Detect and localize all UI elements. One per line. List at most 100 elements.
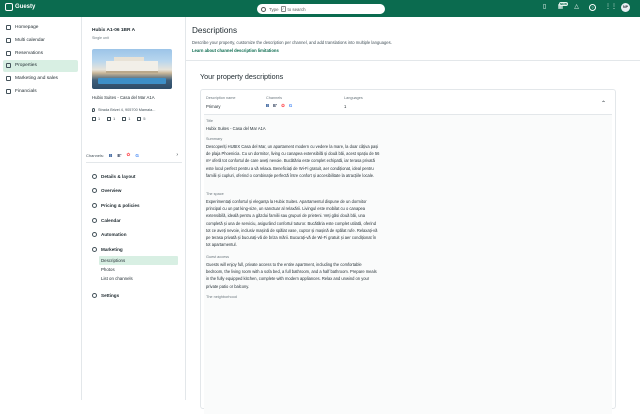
help-icon[interactable]: ? [589, 4, 596, 11]
subnav-list-on-channels[interactable]: List on channels [99, 274, 178, 283]
property-channels[interactable]: Channels: B E' ✿ G › [86, 152, 178, 158]
bookmark-icon[interactable]: ▯ [541, 4, 548, 11]
field-guest-access[interactable]: Guests will enjoy full, private access t… [206, 261, 380, 290]
nav-item-properties[interactable]: Properties [3, 60, 78, 72]
stat-bedrooms: 1 [107, 117, 115, 121]
nav-item-label: Marketing and sales [15, 76, 58, 81]
stat-baths: 1 [122, 117, 130, 121]
overview-icon [92, 188, 97, 194]
property-type: Single unit [92, 36, 109, 40]
limitations-link[interactable]: Learn about channel description limitati… [192, 48, 279, 53]
search-input[interactable]: Type / to search [257, 4, 385, 14]
subnav-label: Marketing [101, 246, 123, 252]
stat-guests: 5 [137, 117, 146, 121]
col-languages: Languages [344, 96, 363, 100]
app-name: Guesty [15, 4, 36, 10]
subnav-details-layout[interactable]: Details & layout [92, 170, 178, 182]
subnav-label: Automation [101, 232, 127, 238]
col-description-name: Description name [206, 96, 236, 100]
stat-beds: 1 [92, 117, 100, 121]
google-icon: G [288, 103, 293, 108]
bedrooms-count: 1 [113, 117, 116, 121]
nav-item-multi-calendar[interactable]: Multi calendar [3, 35, 78, 47]
subnav-label: Details & layout [101, 173, 136, 179]
property-name: Hubix Suites - Casa del Mar A1A [92, 95, 155, 100]
top-icons: ▯ ▦ NEW △ ? ⋮⋮ NP [541, 2, 630, 12]
booking-icon: B [266, 103, 270, 108]
home-icon [6, 25, 11, 31]
property-photo[interactable] [92, 49, 172, 89]
details-icon [92, 173, 97, 179]
top-bar: Guesty Type / to search ▯ ▦ NEW △ ? ⋮⋮ NP [0, 0, 640, 17]
subnav-overview[interactable]: Overview [92, 185, 178, 197]
airbnb-icon: ✿ [281, 103, 285, 108]
google-icon: G [135, 152, 139, 158]
search-placeholder: Type / to search [269, 6, 306, 12]
calendar-icon [6, 37, 11, 43]
calendar-icon [92, 217, 97, 223]
section-title: Your property descriptions [200, 72, 284, 81]
field-label-summary: Summary [206, 137, 223, 141]
guests-count: 5 [143, 117, 146, 121]
apps-grid-icon[interactable]: ⋮⋮ [605, 4, 617, 11]
pricing-icon [92, 202, 97, 208]
expedia-icon: E' [117, 152, 122, 158]
main-nav: Homepage Multi calendar Reservations Pro… [0, 17, 82, 400]
property-subnav: Details & layout Overview Pricing & poli… [92, 170, 178, 304]
bath-icon [122, 117, 127, 121]
subnav-label: Calendar [101, 217, 121, 223]
nav-item-financials[interactable]: Financials [3, 85, 78, 97]
subnav-descriptions[interactable]: Descriptions [99, 256, 178, 266]
subnav-label: Pricing & policies [101, 202, 140, 208]
nav-item-marketing-sales[interactable]: Marketing and sales [3, 73, 78, 85]
card-channels: B E' ✿ G [266, 103, 292, 109]
reservations-icon [6, 50, 11, 56]
subnav-marketing[interactable]: Marketing [92, 243, 178, 255]
description-fields: Title Hubix Suites - Casa del Mar A1A Su… [204, 114, 612, 414]
nav-item-label: Multi calendar [15, 37, 45, 43]
photo-building [106, 61, 158, 73]
chevron-right-icon[interactable]: › [176, 152, 178, 158]
nav-item-reservations[interactable]: Reservations [3, 47, 78, 59]
settings-icon [92, 292, 97, 298]
building-icon [6, 63, 11, 69]
channels-label: Channels: [86, 152, 105, 158]
new-badge: NEW [559, 2, 568, 6]
description-card: Description name Channels Languages Prim… [200, 89, 616, 414]
guest-icon [137, 117, 142, 121]
field-label-guest-access: Guest access [206, 255, 230, 259]
subnav-automation[interactable]: Automation [92, 229, 178, 241]
field-space[interactable]: Experimentați confortul și eleganța la H… [206, 198, 380, 248]
page-description: Describe your property, customize the de… [192, 40, 392, 45]
subnav-photos[interactable]: Photos [99, 265, 178, 274]
search-suffix: to search [287, 6, 306, 12]
divider [186, 60, 640, 61]
bed-icon [92, 117, 96, 121]
subnav-calendar[interactable]: Calendar [92, 214, 178, 226]
field-label-neighborhood: The neighborhood [206, 295, 237, 299]
field-summary[interactable]: Descoperiți HUBIX Casa del Mar, un apart… [206, 143, 380, 179]
gift-icon[interactable]: ▦ NEW [557, 2, 568, 11]
airbnb-icon: ✿ [126, 152, 131, 157]
bell-icon[interactable]: △ [573, 4, 580, 11]
field-label-space: The space [206, 192, 224, 196]
megaphone-icon [6, 76, 11, 81]
photo-pool [98, 78, 166, 84]
field-label-title: Title [206, 119, 214, 123]
chart-icon [6, 88, 11, 94]
chevron-up-icon[interactable]: ⌃ [601, 100, 606, 107]
search-shortcut-key: / [280, 6, 286, 12]
nav-item-label: Financials [15, 88, 37, 94]
subnav-settings[interactable]: Settings [92, 289, 178, 301]
nav-item-homepage[interactable]: Homepage [3, 22, 78, 34]
field-title[interactable]: Hubix Suites - Casa del Mar A1A [206, 125, 380, 132]
baths-count: 1 [128, 117, 131, 121]
subnav-pricing-policies[interactable]: Pricing & policies [92, 199, 178, 211]
logo-icon [5, 3, 13, 11]
guesty-logo[interactable]: Guesty [5, 3, 35, 11]
main-content: Descriptions Describe your property, cus… [186, 17, 640, 414]
property-stats: 1 1 1 5 [92, 117, 146, 121]
property-panel: Hubix A1-06 1BR A Single unit Hubix Suit… [82, 17, 186, 400]
avatar[interactable]: NP [621, 3, 630, 12]
nav-item-label: Properties [15, 63, 37, 69]
